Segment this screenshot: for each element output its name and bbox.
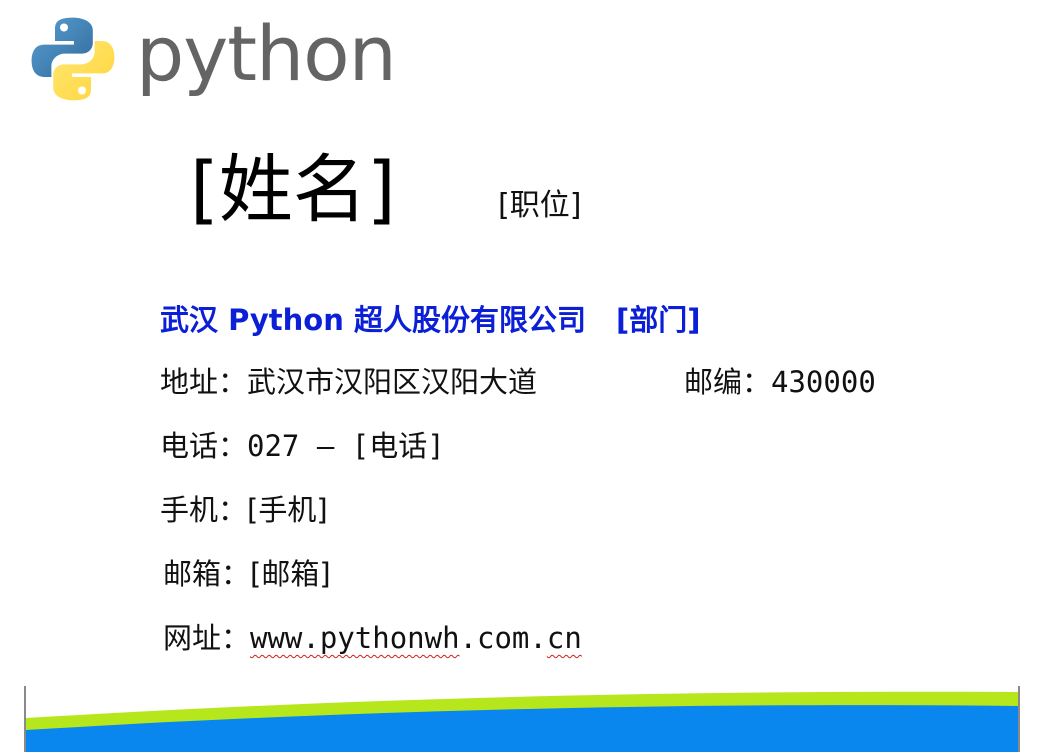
python-logo-icon [31,17,115,101]
address-label: 地址： [160,365,248,399]
mobile-value: [手机] [247,493,328,527]
python-wordmark: python [136,9,397,98]
department: [部门] [615,303,701,337]
phone-line: 电话：027 – [电话] [160,426,445,466]
email-label: 邮箱： [163,557,251,591]
footer-wave-banner [24,686,1020,752]
python-logo: python [28,9,397,106]
address-line: 地址：武汉市汉阳区汉阳大道 [160,362,537,402]
phone-label: 电话： [160,429,248,463]
website-line: 网址：www.pythonwh.com.cn [163,618,582,658]
postal-label: 邮编： [684,365,772,399]
website-part-com: .com. [459,621,547,655]
website-part-domain: pythonwh [319,621,460,655]
email-value: [邮箱] [250,557,331,591]
website-part-cn: cn [546,621,582,655]
phone-value: 027 – [电话] [247,429,445,463]
website-part-www: www. [250,621,320,655]
email-line: 邮箱：[邮箱] [163,554,331,594]
company-line: 武汉 Python 超人股份有限公司 [部门] [160,300,700,340]
person-name: [姓名] [190,147,396,233]
postal-line: 邮编：430000 [684,362,876,402]
mobile-label: 手机： [160,493,248,527]
website-label: 网址： [163,621,251,655]
mobile-line: 手机：[手机] [160,490,328,530]
postal-value: 430000 [771,365,876,399]
job-position: [职位] [498,188,582,223]
company-name: 武汉 Python 超人股份有限公司 [160,303,586,337]
address-value: 武汉市汉阳区汉阳大道 [247,365,538,399]
